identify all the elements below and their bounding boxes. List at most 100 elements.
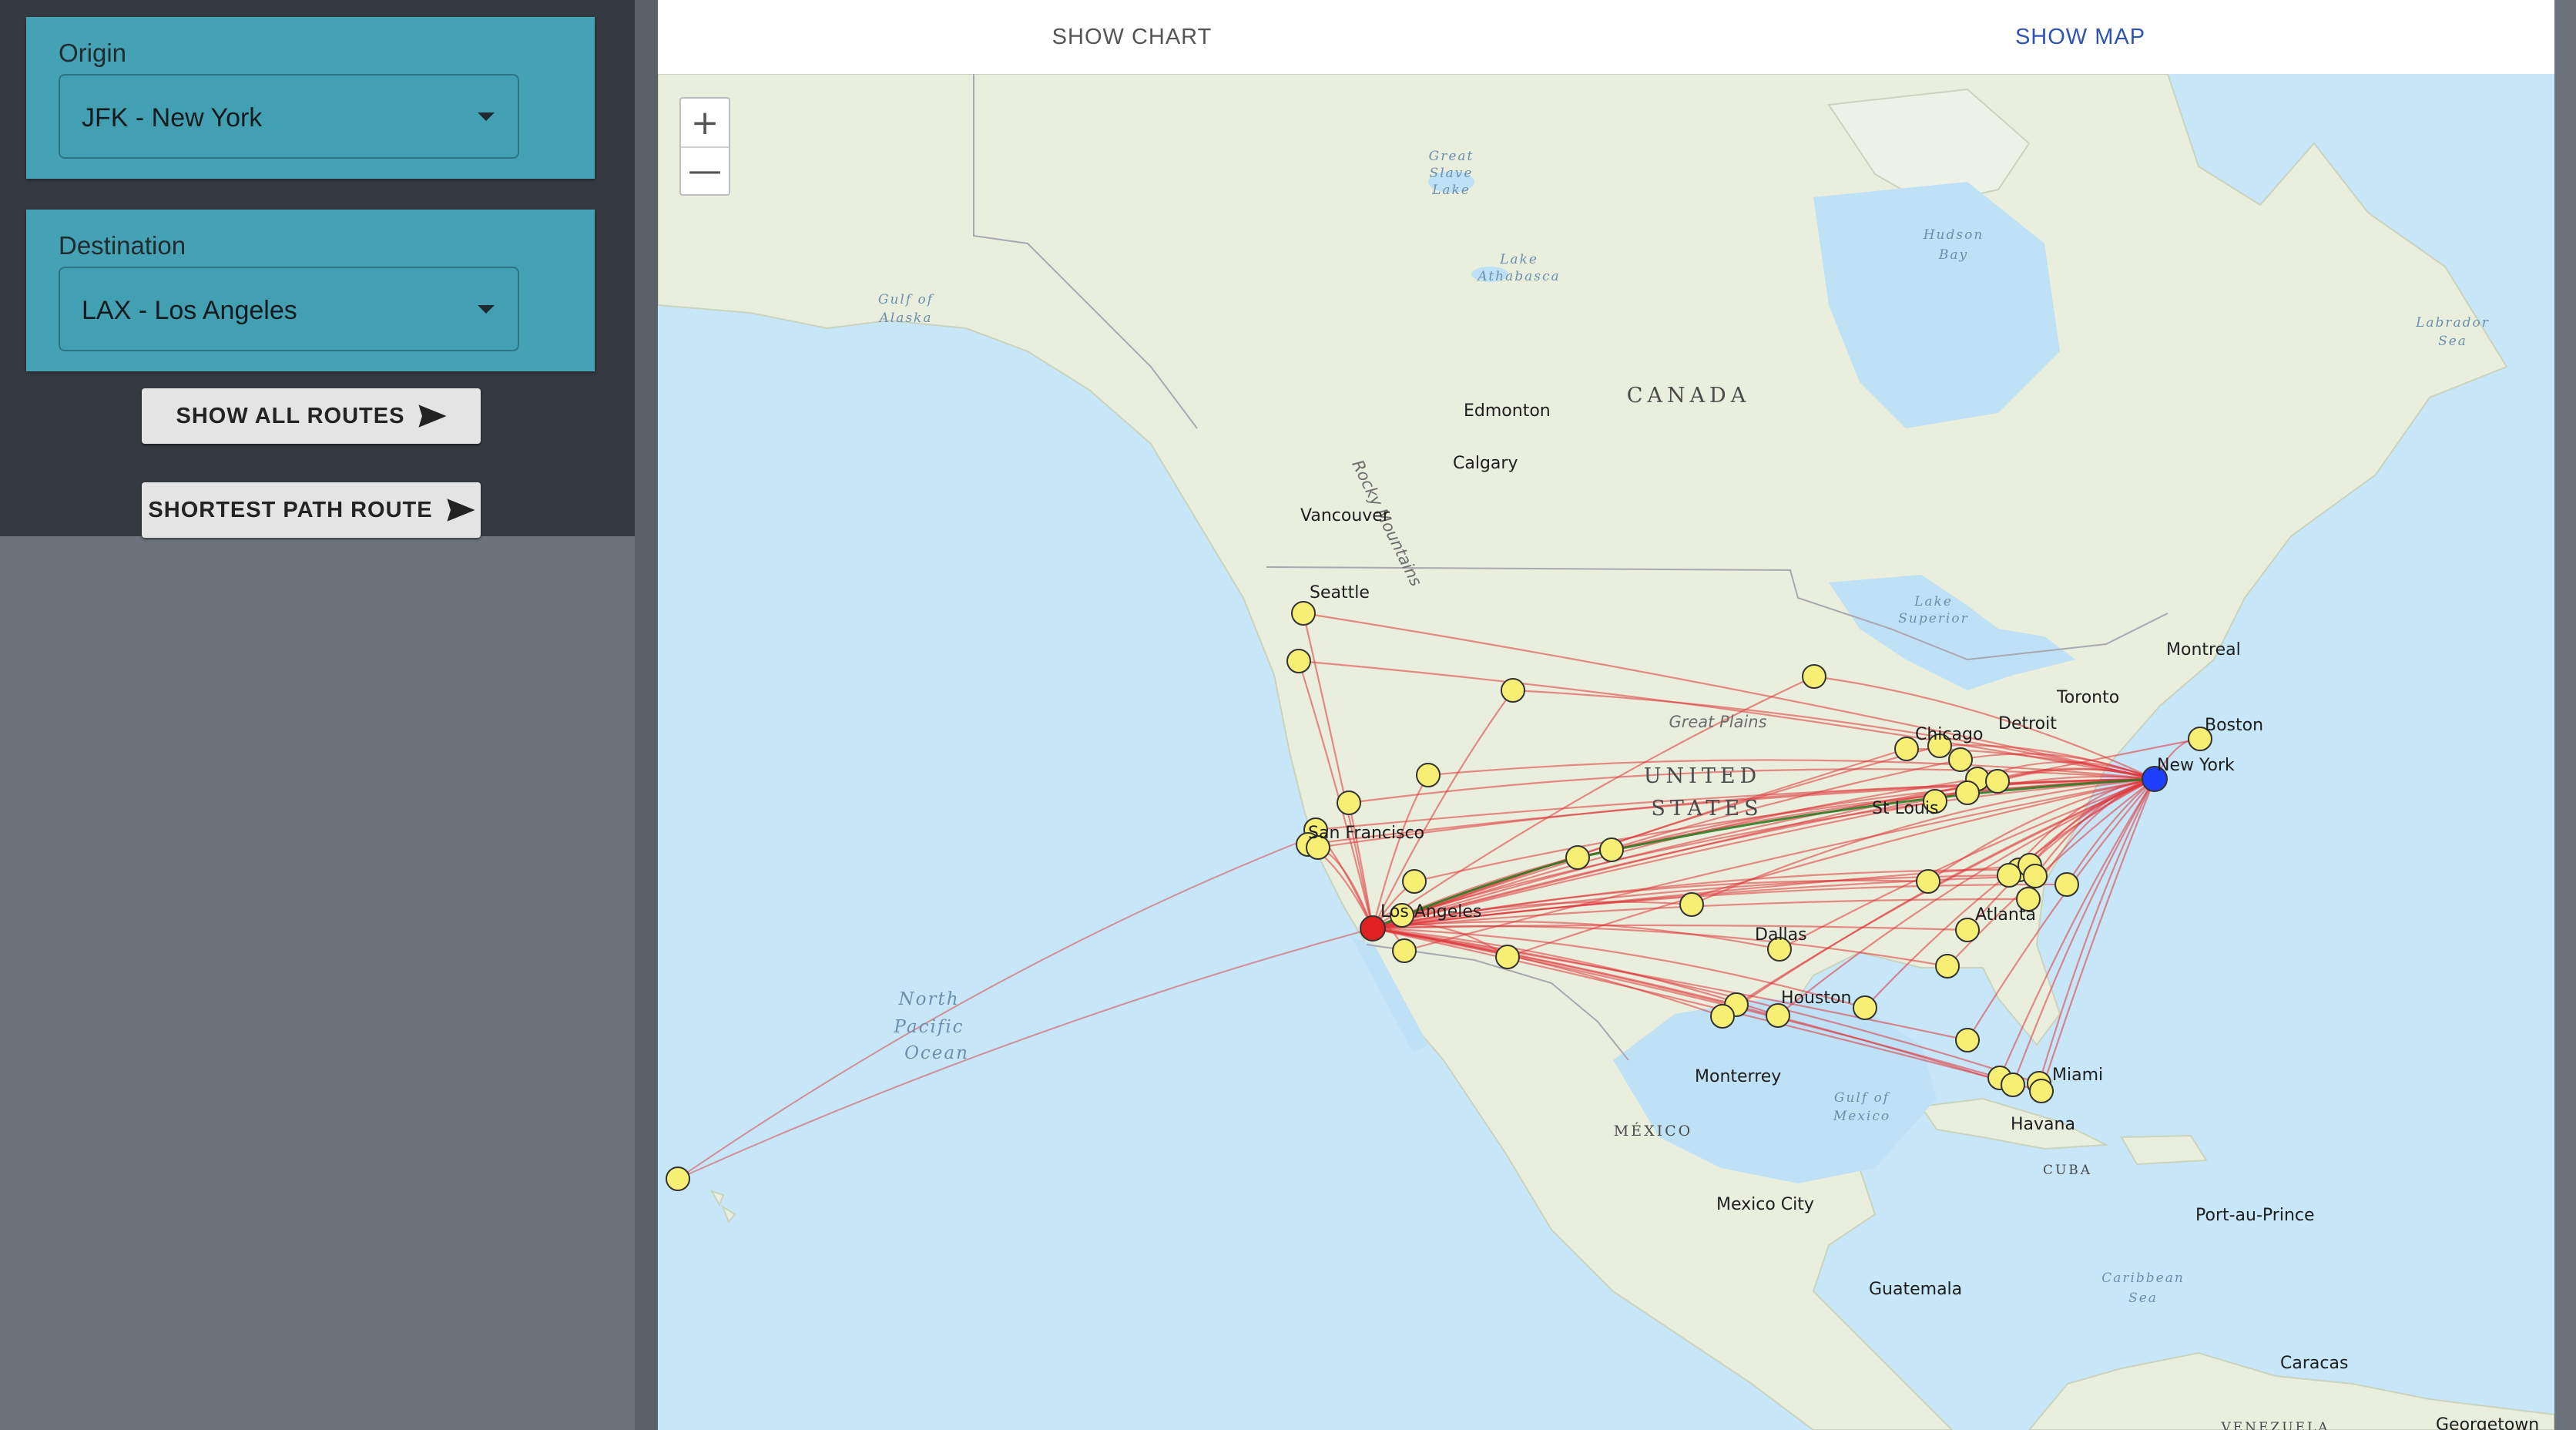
route-line	[677, 836, 1313, 1180]
airport-marker[interactable]	[2029, 1079, 2054, 1103]
route-line	[677, 928, 1374, 1180]
city-label: Vancouver	[1300, 506, 1390, 525]
destination-select[interactable]: LAX - Los Angeles	[59, 267, 519, 351]
gulf-mexico-label: Mexico	[1833, 1109, 1890, 1124]
city-label: Havana	[2011, 1115, 2075, 1134]
gulf-alaska-label: Gulf of	[878, 292, 934, 307]
airport-marker[interactable]	[1997, 863, 2021, 888]
city-label: Dallas	[1755, 925, 1807, 945]
us-label-line2: STATES	[1651, 797, 1763, 821]
caribbean-label: Sea	[2128, 1291, 2158, 1306]
city-label: Boston	[2205, 716, 2263, 735]
divider	[635, 0, 658, 1430]
tab-show-chart[interactable]: SHOW CHART	[658, 0, 1606, 74]
city-label: Toronto	[2056, 688, 2119, 707]
slave-lake-label: Slave	[1430, 166, 1474, 181]
caribbean-label: Caribbean	[2101, 1271, 2185, 1286]
city-label: Chicago	[1915, 725, 1983, 744]
tab-bar: SHOW CHART SHOW MAP	[658, 0, 2554, 75]
airport-marker[interactable]	[1955, 780, 1980, 805]
airport-marker[interactable]	[2001, 1072, 2025, 1097]
city-label: Montreal	[2166, 640, 2241, 660]
city-label: Edmonton	[1464, 401, 1551, 421]
show-all-routes-button[interactable]: SHOW ALL ROUTES	[142, 388, 481, 444]
cuba-label: CUBA	[2043, 1163, 2092, 1178]
airport-marker[interactable]	[1853, 995, 1877, 1020]
route-map[interactable]: Gulf of Alaska North Pacific Ocean Hudso…	[658, 74, 2554, 1430]
airport-marker[interactable]	[1416, 763, 1441, 787]
city-label: New York	[2157, 756, 2235, 775]
airport-marker[interactable]	[1985, 769, 2010, 794]
caret-down-icon	[478, 112, 495, 121]
hudson-label: Bay	[1938, 247, 1968, 263]
city-label: Seattle	[1310, 583, 1370, 603]
gulf-alaska-label: Alaska	[877, 311, 932, 326]
send-icon	[447, 498, 475, 522]
city-label: Guatemala	[1869, 1280, 1962, 1299]
city-label: Los Angeles	[1380, 902, 1481, 921]
city-label: Miami	[2052, 1066, 2103, 1085]
page-margin	[2554, 0, 2576, 1430]
city-label: Georgetown	[2436, 1415, 2539, 1430]
labrador-label: Sea	[2438, 334, 2467, 349]
airport-marker[interactable]	[1286, 649, 1311, 673]
airport-marker[interactable]	[1948, 747, 1973, 772]
city-label: Calgary	[1453, 454, 1518, 473]
origin-label: Origin	[59, 39, 127, 67]
airport-marker[interactable]	[1565, 845, 1590, 870]
send-icon	[418, 404, 447, 428]
origin-select-value: JFK - New York	[82, 103, 263, 133]
shortest-path-label: SHORTEST PATH ROUTE	[148, 497, 433, 522]
pacific-label: North	[897, 989, 959, 1009]
airport-marker[interactable]	[1337, 791, 1361, 815]
airport-marker[interactable]	[1679, 892, 1704, 917]
airport-marker[interactable]	[1955, 1028, 1980, 1052]
slave-lake-label: Great	[1429, 149, 1474, 164]
control-panel: Origin JFK - New York Destination LAX - …	[0, 0, 635, 538]
airport-marker[interactable]	[2023, 864, 2048, 888]
us-label-line1: UNITED	[1644, 764, 1761, 788]
mexico-label: MÉXICO	[1614, 1122, 1692, 1140]
city-label: St Louis	[1872, 799, 1938, 818]
great-plains-label: Great Plains	[1669, 713, 1766, 731]
city-label: Port-au-Prince	[2195, 1206, 2315, 1225]
venezuela-label: VENEZUELA	[2220, 1420, 2329, 1430]
shortest-path-button[interactable]: SHORTEST PATH ROUTE	[142, 482, 481, 538]
airport-marker[interactable]	[1291, 601, 1316, 626]
zoom-control: + —	[679, 97, 730, 196]
north-america-landmass	[658, 74, 2508, 1430]
origin-card: Origin JFK - New York	[26, 17, 595, 179]
map-canvas[interactable]: Gulf of Alaska North Pacific Ocean Hudso…	[658, 74, 2554, 1430]
superior-label: Superior	[1898, 611, 1968, 626]
airport-marker[interactable]	[666, 1166, 690, 1191]
zoom-in-button[interactable]: +	[681, 99, 729, 148]
caret-down-icon	[478, 305, 495, 314]
hawaii	[709, 1190, 736, 1224]
zoom-out-button[interactable]: —	[681, 146, 729, 194]
origin-select[interactable]: JFK - New York	[59, 74, 519, 159]
airport-marker[interactable]	[1402, 869, 1427, 894]
airport-marker[interactable]	[1935, 954, 1960, 979]
show-all-routes-label: SHOW ALL ROUTES	[176, 403, 405, 428]
airport-marker[interactable]	[2054, 872, 2079, 897]
destination-label: Destination	[59, 231, 186, 260]
athabasca-label: Lake	[1499, 252, 1538, 267]
airport-marker[interactable]	[1495, 945, 1520, 969]
land	[658, 74, 2554, 1430]
destination-select-value: LAX - Los Angeles	[82, 296, 297, 325]
airport-marker[interactable]	[1916, 869, 1940, 894]
pacific-label: Pacific	[893, 1017, 964, 1037]
city-label: Mexico City	[1716, 1195, 1814, 1214]
labrador-label: Labrador	[2415, 315, 2490, 331]
airport-marker[interactable]	[1599, 838, 1624, 862]
airport-marker[interactable]	[1392, 938, 1417, 963]
airport-marker[interactable]	[1501, 678, 1525, 703]
airport-marker[interactable]	[1802, 664, 1826, 689]
city-label: San Francisco	[1308, 824, 1424, 843]
athabasca-label: Athabasca	[1476, 269, 1560, 284]
slave-lake-label: Lake	[1431, 183, 1471, 198]
tab-show-map[interactable]: SHOW MAP	[1606, 0, 2554, 74]
city-label: Houston	[1781, 989, 1851, 1008]
airport-marker[interactable]	[1710, 1004, 1735, 1029]
hispaniola	[2120, 1134, 2208, 1166]
